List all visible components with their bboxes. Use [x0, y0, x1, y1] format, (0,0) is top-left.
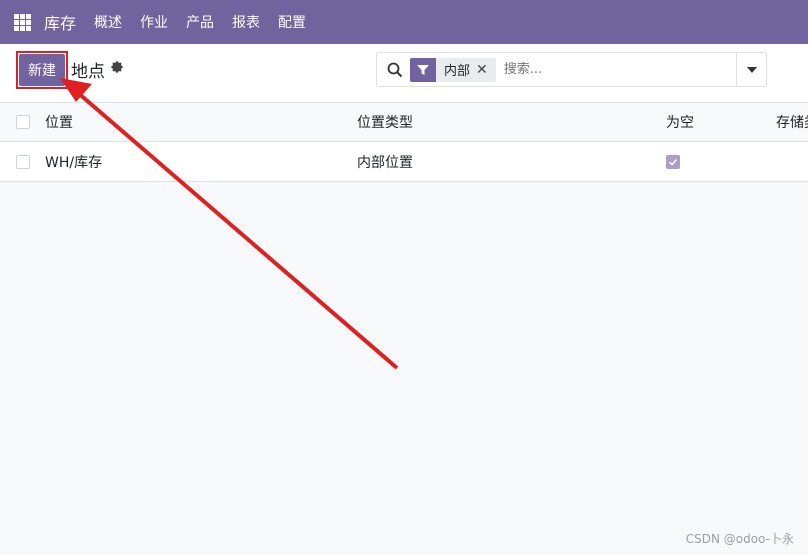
- cell-location: WH/库存: [45, 154, 103, 171]
- main-menu: 概述 作业 产品 报表 配置: [94, 12, 306, 32]
- checkmark-icon: [666, 154, 680, 169]
- facet-label: 内部: [444, 64, 471, 79]
- gear-icon[interactable]: [110, 60, 124, 74]
- chevron-down-icon: [746, 66, 757, 73]
- menu-item-reporting[interactable]: 报表: [232, 12, 260, 32]
- search-icon: [387, 62, 403, 77]
- row-checkbox[interactable]: [16, 154, 30, 169]
- column-header-location-type[interactable]: 位置类型: [357, 103, 413, 141]
- watermark: CSDN @odoo-卜永: [685, 532, 794, 546]
- search-options-toggle[interactable]: [736, 53, 766, 86]
- apps-menu-icon[interactable]: [0, 0, 44, 44]
- top-navbar: 库存 概述 作业 产品 报表 配置: [0, 0, 808, 44]
- column-header-location[interactable]: 位置: [45, 103, 73, 141]
- search-facet: 内部 ✕: [410, 57, 496, 82]
- filter-icon: [410, 57, 436, 82]
- column-header-empty[interactable]: 为空: [666, 103, 694, 141]
- table-row[interactable]: WH/库存 内部位置: [0, 142, 808, 182]
- locations-table: 位置 位置类型 为空 存储类 WH/库存 内部位置: [0, 103, 808, 182]
- new-button[interactable]: 新建: [19, 54, 65, 86]
- menu-item-products[interactable]: 产品: [186, 12, 214, 32]
- page-title: 地点: [71, 62, 105, 82]
- menu-item-configuration[interactable]: 配置: [278, 12, 306, 32]
- search-bar[interactable]: 内部 ✕: [376, 52, 767, 87]
- select-all-checkbox[interactable]: [16, 115, 30, 129]
- app-name[interactable]: 库存: [44, 10, 76, 34]
- cell-empty: [666, 142, 680, 181]
- close-icon[interactable]: ✕: [476, 62, 496, 78]
- column-header-storage-category[interactable]: 存储类: [776, 103, 808, 141]
- menu-item-overview[interactable]: 概述: [94, 12, 122, 32]
- search-input[interactable]: [503, 62, 684, 77]
- control-panel: 新建 地点 内部 ✕: [0, 44, 808, 103]
- cell-location-type: 内部位置: [357, 154, 413, 171]
- menu-item-operations[interactable]: 作业: [140, 12, 168, 32]
- table-header: 位置 位置类型 为空 存储类: [0, 103, 808, 142]
